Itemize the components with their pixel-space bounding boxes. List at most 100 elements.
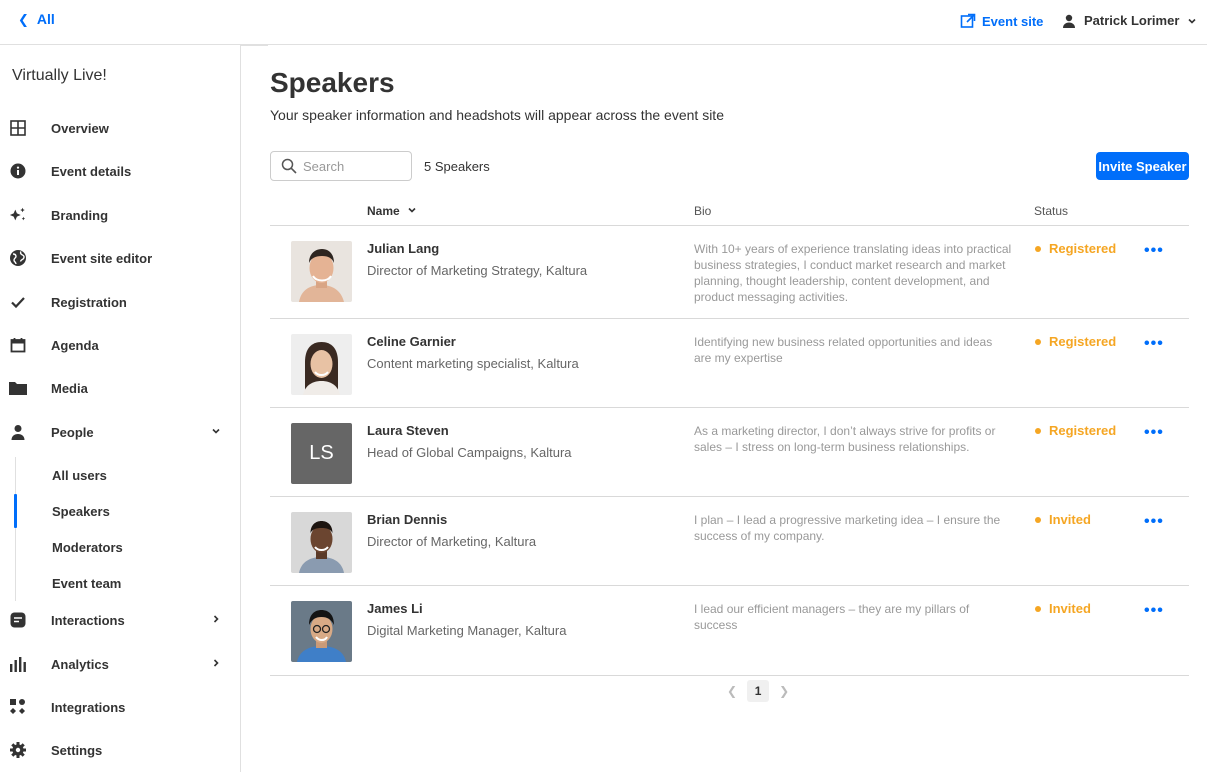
- folder-icon: [9, 379, 27, 397]
- avatar: [291, 601, 352, 662]
- status-dot: [1035, 427, 1041, 434]
- chevron-left-icon[interactable]: ❮: [727, 684, 737, 698]
- sidebar-subitem-moderators[interactable]: Moderators: [52, 540, 123, 555]
- sort-down-icon: [408, 207, 416, 213]
- row-divider: [270, 675, 1189, 676]
- active-indicator: [14, 494, 17, 528]
- sidebar-subitem-speakers[interactable]: Speakers: [52, 504, 110, 519]
- sidebar-item-analytics[interactable]: Analytics: [0, 646, 240, 682]
- sidebar-item-label: Agenda: [51, 337, 99, 353]
- avatar: LS: [291, 423, 352, 484]
- status-dot: [1035, 516, 1041, 523]
- search-input[interactable]: [303, 158, 403, 174]
- sidebar-subitem-event-team[interactable]: Event team: [52, 576, 121, 591]
- status-dot: [1035, 245, 1041, 252]
- status-label: Invited: [1049, 601, 1091, 616]
- speaker-title: Director of Marketing Strategy, Kaltura: [367, 263, 588, 278]
- pagination: ❮ 1 ❯: [727, 680, 789, 702]
- status-badge: Registered: [1035, 334, 1116, 349]
- avatar: [291, 241, 352, 302]
- sidebar-subitem-all-users[interactable]: All users: [52, 468, 107, 483]
- sidebar-item-settings[interactable]: Settings: [0, 732, 240, 768]
- speaker-name: Laura Steven: [367, 423, 449, 438]
- info-icon: [9, 162, 27, 180]
- bar-chart-icon: [9, 655, 27, 673]
- sidebar-item-integrations[interactable]: Integrations: [0, 689, 240, 725]
- status-label: Invited: [1049, 512, 1091, 527]
- chevron-right-icon: [211, 614, 221, 627]
- more-options-button[interactable]: •••: [1144, 602, 1164, 620]
- page-button[interactable]: 1: [747, 680, 770, 702]
- sidebar-item-label: People: [51, 424, 94, 440]
- sidebar-item-label: Media: [51, 380, 88, 396]
- speaker-bio: With 10+ years of experience translating…: [694, 242, 1012, 304]
- table-row[interactable]: James Li Digital Marketing Manager, Kalt…: [270, 586, 1189, 675]
- status-dot: [1035, 605, 1041, 612]
- sidebar-item-interactions[interactable]: Interactions: [0, 602, 240, 638]
- status-badge: Registered: [1035, 423, 1116, 438]
- sidebar-item-people[interactable]: People: [0, 414, 240, 450]
- sidebar-item-event-site-editor[interactable]: Event site editor: [0, 240, 240, 276]
- user-name: Patrick Lorimer: [1084, 13, 1180, 28]
- table-row[interactable]: Celine Garnier Content marketing special…: [270, 319, 1189, 408]
- more-options-button[interactable]: •••: [1144, 335, 1164, 353]
- more-options-button[interactable]: •••: [1144, 513, 1164, 531]
- chevron-right-icon: [211, 658, 221, 671]
- speaker-name: Celine Garnier: [367, 334, 456, 349]
- avatar: [291, 334, 352, 395]
- chevron-down-icon: [211, 426, 221, 439]
- back-label: All: [36, 11, 55, 27]
- status-dot: [1035, 338, 1041, 345]
- person-icon: [9, 423, 27, 441]
- table-row[interactable]: LS Laura Steven Head of Global Campaigns…: [270, 408, 1189, 497]
- sidebar-item-label: Overview: [51, 120, 109, 136]
- calendar-icon: [9, 336, 27, 354]
- more-options-button[interactable]: •••: [1144, 424, 1164, 442]
- sidebar-item-agenda[interactable]: Agenda: [0, 327, 240, 363]
- avatar: [291, 512, 352, 573]
- speaker-bio: I lead our efficient managers – they are…: [694, 602, 970, 632]
- chat-icon: [9, 611, 27, 629]
- grid-icon: [9, 119, 27, 137]
- search-box[interactable]: [270, 151, 412, 181]
- gear-icon: [9, 741, 27, 759]
- app-name: Virtually Live!: [12, 67, 107, 84]
- status-label: Registered: [1049, 423, 1117, 438]
- sidebar-item-overview[interactable]: Overview: [0, 110, 240, 146]
- sidebar-item-event-details[interactable]: Event details: [0, 153, 240, 189]
- table-row[interactable]: Brian Dennis Director of Marketing, Kalt…: [270, 497, 1189, 586]
- column-header-name[interactable]: Name: [367, 204, 417, 218]
- sidebar-item-branding[interactable]: Branding: [0, 197, 240, 233]
- integrations-icon: [9, 698, 27, 716]
- chevron-down-icon: [1188, 18, 1196, 24]
- chevron-left-icon: ❮: [18, 12, 29, 27]
- speaker-title: Head of Global Campaigns, Kaltura: [367, 445, 572, 460]
- invite-speaker-button[interactable]: Invite Speaker: [1096, 152, 1189, 180]
- column-header-label: Name: [367, 204, 400, 218]
- speaker-bio: I plan – I lead a progressive marketing …: [694, 513, 1001, 543]
- event-site-link[interactable]: Event site: [960, 13, 1043, 29]
- status-badge: Registered: [1035, 241, 1116, 256]
- status-badge: Invited: [1035, 512, 1091, 527]
- check-icon: [9, 293, 27, 311]
- sidebar-item-label: Event details: [51, 163, 132, 179]
- sidebar-item-label: Registration: [51, 294, 127, 310]
- speaker-name: Brian Dennis: [367, 512, 448, 527]
- main-content: Speakers Your speaker information and he…: [241, 45, 1207, 772]
- page-title: Speakers: [270, 67, 395, 98]
- sidebar-item-registration[interactable]: Registration: [0, 284, 240, 320]
- chevron-right-icon[interactable]: ❯: [779, 684, 789, 698]
- status-label: Registered: [1049, 334, 1117, 349]
- user-menu[interactable]: Patrick Lorimer: [1062, 13, 1197, 28]
- back-to-all-link[interactable]: ❮ All: [18, 11, 55, 28]
- user-icon: [1063, 14, 1075, 28]
- sidebar-item-media[interactable]: Media: [0, 370, 240, 406]
- more-options-button[interactable]: •••: [1144, 242, 1164, 260]
- sidebar: Virtually Live! Overview Event details B…: [0, 45, 241, 772]
- status-badge: Invited: [1035, 601, 1091, 616]
- speaker-title: Director of Marketing, Kaltura: [367, 534, 537, 549]
- status-label: Registered: [1049, 241, 1117, 256]
- table-row[interactable]: Julian Lang Director of Marketing Strate…: [270, 226, 1189, 319]
- sidebar-item-label: Branding: [51, 207, 109, 223]
- event-site-label: Event site: [982, 13, 1044, 29]
